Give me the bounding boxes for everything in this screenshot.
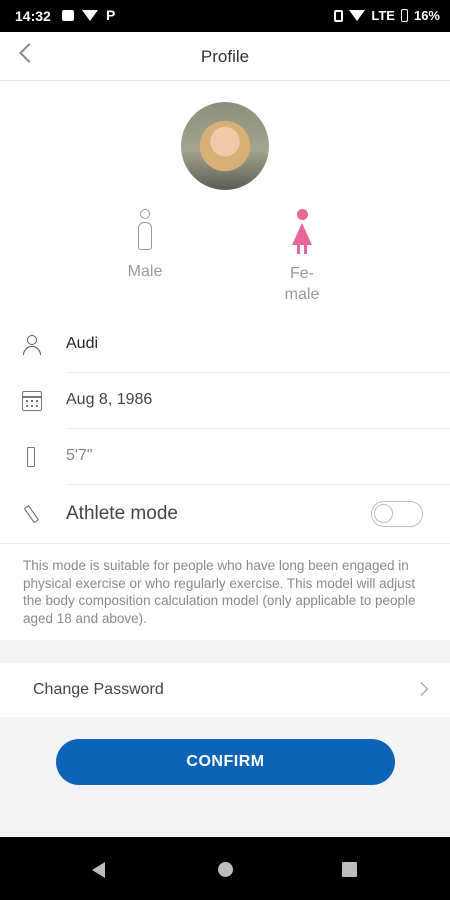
parking-icon: P xyxy=(106,7,116,23)
app-header: Profile xyxy=(0,32,450,81)
athlete-mode-description: This mode is suitable for people who hav… xyxy=(23,558,416,626)
vibrate-icon xyxy=(334,9,344,22)
calendar-icon xyxy=(22,391,42,411)
gender-option-male[interactable]: Male xyxy=(105,209,185,281)
avatar[interactable] xyxy=(181,102,269,190)
confirm-button[interactable]: CONFIRM xyxy=(56,739,395,785)
birthdate-value: Aug 8, 1986 xyxy=(66,391,153,408)
athlete-mode-row: Athlete mode xyxy=(0,487,450,543)
profile-card: Male Fe- male Audi Aug 8, 1986 5'7" Athl… xyxy=(0,81,450,640)
pen-icon xyxy=(18,501,46,529)
network-type: LTE xyxy=(371,8,395,23)
female-icon xyxy=(290,209,314,257)
change-password-row[interactable]: Change Password xyxy=(0,663,450,717)
gender-option-female[interactable]: Fe- male xyxy=(262,209,342,305)
name-value: Audi xyxy=(66,335,99,352)
page-title: Profile xyxy=(200,47,250,66)
home-icon[interactable] xyxy=(218,862,233,877)
status-time: 14:32 xyxy=(15,8,51,24)
signal-icon xyxy=(349,10,366,21)
athlete-mode-toggle[interactable] xyxy=(371,501,423,527)
status-bar: 14:32 P LTE 16% xyxy=(0,0,450,32)
recents-icon[interactable] xyxy=(342,862,357,877)
gender-label-female: Fe- male xyxy=(284,265,320,303)
chevron-right-icon xyxy=(413,681,429,697)
athlete-mode-label: Athlete mode xyxy=(66,503,178,524)
battery-icon xyxy=(400,9,408,22)
battery-level: 16% xyxy=(413,8,440,23)
ruler-icon xyxy=(27,447,35,467)
wifi-icon xyxy=(82,9,98,21)
male-icon xyxy=(135,209,155,257)
toggle-knob xyxy=(374,504,393,523)
change-password-label: Change Password xyxy=(33,681,164,698)
person-icon xyxy=(22,335,42,355)
name-field[interactable]: Audi xyxy=(0,317,450,373)
height-field[interactable]: 5'7" xyxy=(0,429,450,485)
back-icon[interactable] xyxy=(92,862,105,878)
height-value: 5'7" xyxy=(66,447,93,464)
image-icon xyxy=(62,9,74,21)
gender-label-male: Male xyxy=(127,263,163,280)
birthdate-field[interactable]: Aug 8, 1986 xyxy=(0,373,450,429)
system-nav-bar xyxy=(0,837,450,900)
